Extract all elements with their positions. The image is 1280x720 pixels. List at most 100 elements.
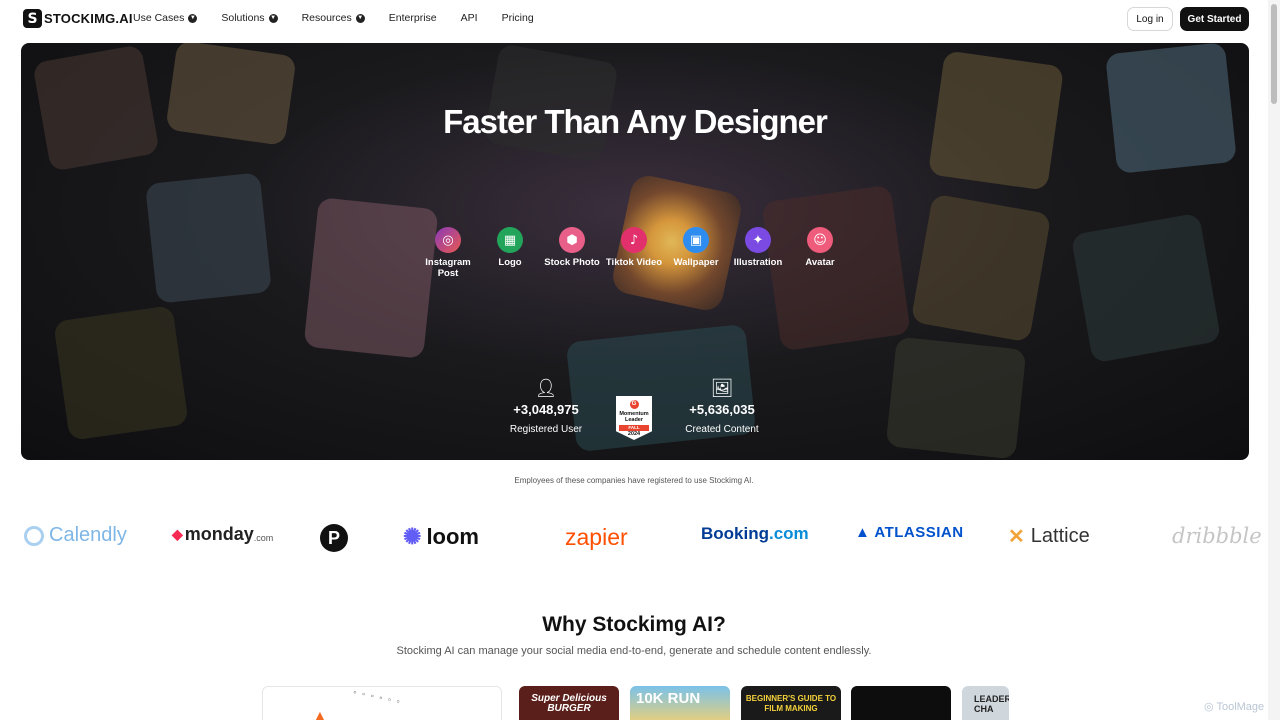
- thumbnail-dark[interactable]: [851, 686, 951, 720]
- nav-resources[interactable]: Resources ▼: [302, 12, 365, 24]
- get-started-button[interactable]: Get Started: [1180, 7, 1249, 31]
- nav-enterprise-label: Enterprise: [388, 12, 437, 24]
- badge-line2: Leader: [624, 417, 644, 423]
- monday-text: monday: [184, 524, 254, 544]
- chevron-down-icon: ▼: [268, 13, 278, 23]
- thumbnail-title: 10K RUN: [636, 690, 701, 707]
- stat-created-content: 🖼︎ +5,636,035 Created Content: [662, 378, 782, 435]
- category-label: Illustration: [733, 257, 783, 268]
- toolbar-icons: ▫▫▫▫▫▫: [352, 687, 407, 708]
- calendly-icon: [24, 525, 44, 546]
- category-label: Logo: [498, 257, 522, 268]
- logo-atlassian: ▲ ATLASSIAN: [855, 524, 964, 541]
- bg-tile-image: [53, 305, 189, 441]
- sparkle-icon: ✦: [745, 227, 771, 253]
- hero-title: Faster Than Any Designer: [443, 103, 828, 140]
- nav-pricing-label: Pricing: [501, 12, 534, 24]
- lattice-text: Lattice: [1030, 525, 1090, 547]
- companies-caption: Employees of these companies have regist…: [514, 476, 754, 485]
- monday-dots-icon: ◆: [172, 526, 183, 542]
- section-subtitle: Stockimg AI can manage your social media…: [396, 645, 872, 657]
- logo-lattice: ✕ Lattice: [1008, 524, 1090, 549]
- category-stock-photo[interactable]: ⬢ Stock Photo: [541, 227, 603, 279]
- stat-users-value: +3,048,975: [513, 402, 579, 417]
- category-label: Stock Photo: [544, 257, 600, 268]
- image-icon: ▣: [683, 227, 709, 253]
- lattice-icon: ✕: [1008, 526, 1025, 548]
- top-navigation: S STOCKIMG.AI Use Cases ▼ Solutions ▼ Re…: [0, 0, 1268, 38]
- user-icon: ☺: [807, 227, 833, 253]
- stat-content-label: Created Content: [685, 424, 759, 435]
- thumbnail-burger[interactable]: Super Delicious BURGER: [519, 686, 619, 720]
- bg-tile-image: [910, 193, 1052, 343]
- watermark-icon: ◎: [1204, 701, 1214, 713]
- category-wallpaper[interactable]: ▣ Wallpaper: [665, 227, 727, 279]
- stat-content-value: +5,636,035: [689, 402, 755, 417]
- grid-icon: ▦: [497, 227, 523, 253]
- cube-icon: ⬢: [559, 227, 585, 253]
- brand-logo[interactable]: S STOCKIMG.AI: [23, 9, 133, 28]
- category-label: Instagram Post: [425, 257, 471, 279]
- scrollbar-thumb[interactable]: [1271, 4, 1277, 104]
- nav-solutions-label: Solutions: [221, 12, 265, 24]
- thumbnail-film[interactable]: BEGINNER'S GUIDE TO FILM MAKING: [741, 686, 841, 720]
- dribbble-text: dribbble: [1172, 524, 1262, 548]
- category-tiktok-video[interactable]: ♪ Tiktok Video: [603, 227, 665, 279]
- monday-domain: .com: [253, 532, 274, 543]
- page-scrollbar[interactable]: [1268, 0, 1280, 720]
- nav-pricing[interactable]: Pricing: [502, 12, 534, 24]
- fox-mascot-icon: ▲: [313, 707, 327, 720]
- user-outline-icon: 👤︎: [534, 378, 558, 399]
- image-outline-icon: 🖼︎: [710, 378, 734, 399]
- logo-calendly: Calendly: [24, 524, 127, 547]
- chevron-down-icon: ▼: [355, 13, 365, 23]
- tiktok-icon: ♪: [621, 227, 647, 253]
- brand-name: STOCKIMG.AI: [44, 11, 133, 26]
- thumbnail-title: LEADER CHA: [974, 694, 1009, 714]
- category-illustration[interactable]: ✦ Illustration: [727, 227, 789, 279]
- login-button[interactable]: Log in: [1127, 7, 1173, 31]
- category-label: Avatar: [805, 257, 835, 268]
- chevron-down-icon: ▼: [188, 13, 198, 23]
- calendly-text: Calendly: [49, 524, 127, 546]
- nav-use-cases-label: Use Cases: [133, 12, 185, 24]
- logo-zapier: zapier: [565, 524, 628, 551]
- booking-text: Booking: [701, 524, 769, 543]
- nav-use-cases[interactable]: Use Cases ▼: [133, 12, 198, 24]
- loom-burst-icon: ✺: [403, 524, 422, 549]
- watermark: ◎ ToolMage: [1204, 700, 1264, 713]
- thumbnail-title: BEGINNER'S GUIDE TO FILM MAKING: [745, 694, 837, 713]
- atlassian-icon: ▲: [855, 524, 871, 541]
- pinterest-icon: P: [320, 524, 348, 552]
- bg-tile-image: [885, 336, 1027, 460]
- logo-pinterest: P: [320, 524, 348, 552]
- nav-links: Use Cases ▼ Solutions ▼ Resources ▼ Ente…: [133, 12, 558, 24]
- nav-api[interactable]: API: [461, 12, 478, 24]
- stat-registered-users: 👤︎ +3,048,975 Registered User: [486, 378, 606, 435]
- loom-text: loom: [426, 524, 479, 549]
- instagram-icon: ◎: [435, 227, 461, 253]
- hero-banner: Faster Than Any Designer ◎ Instagram Pos…: [21, 43, 1249, 460]
- category-logo[interactable]: ▦ Logo: [479, 227, 541, 279]
- section-title: Why Stockimg AI?: [542, 613, 726, 636]
- logo-booking: Booking .com: [701, 524, 809, 544]
- g2-logo-icon: G: [629, 400, 639, 409]
- category-list: ◎ Instagram Post ▦ Logo ⬢ Stock Photo ♪ …: [417, 227, 851, 279]
- bg-tile-image: [145, 172, 272, 304]
- logo-monday: ◆ monday .com: [172, 524, 273, 545]
- thumbnail-run[interactable]: 10K RUN: [630, 686, 730, 720]
- stat-users-label: Registered User: [509, 424, 583, 435]
- thumbnail-leader[interactable]: LEADER CHA: [962, 686, 1009, 720]
- logo-loom: ✺ loom: [403, 524, 479, 550]
- category-avatar[interactable]: ☺ Avatar: [789, 227, 851, 279]
- nav-enterprise[interactable]: Enterprise: [389, 12, 437, 24]
- nav-resources-label: Resources: [301, 12, 352, 24]
- nav-solutions[interactable]: Solutions ▼: [221, 12, 278, 24]
- booking-domain: .com: [769, 524, 809, 543]
- category-instagram-post[interactable]: ◎ Instagram Post: [417, 227, 479, 279]
- scheduler-preview-card: ▲ ▫▫▫▫▫▫: [262, 686, 502, 720]
- logo-mark-icon: S: [23, 9, 42, 28]
- watermark-text: ToolMage: [1216, 701, 1265, 713]
- zapier-text: zapier: [565, 524, 628, 550]
- bg-tile-image: [1070, 212, 1222, 364]
